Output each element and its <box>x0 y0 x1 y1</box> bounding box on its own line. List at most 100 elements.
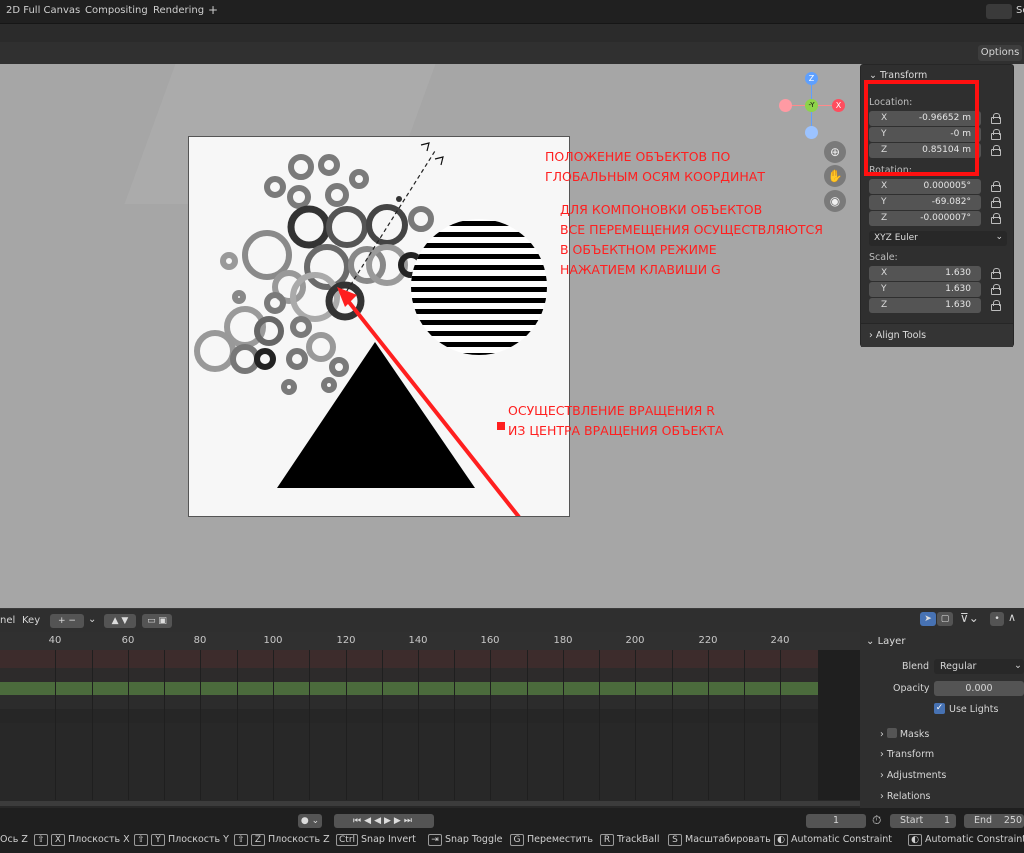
frame-tick: 100 <box>263 635 283 646</box>
frame-tick: 80 <box>193 635 207 646</box>
tab-rendering[interactable]: Rendering <box>153 5 204 16</box>
pan-hand-icon[interactable]: ✋ <box>824 165 846 187</box>
track-row <box>0 695 818 709</box>
workspace-tabs-bar: 2D Full Canvas Compositing Rendering + S… <box>0 0 1024 24</box>
rotation-z-field[interactable]: Z -0.000007° <box>869 211 981 226</box>
proportional-edit-icon[interactable]: • <box>990 612 1004 626</box>
gizmo-neg-x[interactable] <box>779 99 792 112</box>
frame-tick: 180 <box>553 635 573 646</box>
stopwatch-icon[interactable]: ⏱ <box>872 813 881 828</box>
select-cursor-icon[interactable]: ➤ <box>920 612 936 626</box>
gizmo-y-axis[interactable]: -Y <box>805 99 818 112</box>
lock-icon[interactable] <box>991 181 1001 192</box>
dopesheet-header-right: ➤ ▢ ⊽⌄ • ∧ <box>860 608 1024 630</box>
current-frame-field[interactable]: 1 <box>806 814 866 828</box>
lock-icon[interactable] <box>991 213 1001 224</box>
rotation-y-field[interactable]: Y -69.082° <box>869 195 981 210</box>
rotation-z-value: -0.000007° <box>920 213 971 223</box>
rotation-x-field[interactable]: X 0.000005° <box>869 179 981 194</box>
opacity-field[interactable]: 0.000 <box>934 681 1024 696</box>
screen-lock-icon[interactable]: ▭ ▣ <box>142 614 172 628</box>
falloff-icon[interactable]: ∧ <box>1008 611 1016 624</box>
axis-z-label: Z <box>881 213 888 223</box>
tab-2d-full-canvas[interactable]: 2D Full Canvas <box>6 5 80 16</box>
drawing-canvas[interactable] <box>188 136 570 517</box>
align-tools-title: Align Tools <box>875 330 927 341</box>
start-frame-field[interactable]: Start 1 <box>890 814 956 828</box>
masks-checkbox[interactable] <box>886 728 897 738</box>
lock-icon[interactable] <box>991 268 1001 279</box>
masks-section[interactable]: › Masks <box>880 728 929 740</box>
rotation-x-value: 0.000005° <box>923 181 971 191</box>
playback-controls[interactable]: ⏮◀◀▶▶⏭ <box>334 814 434 828</box>
lock-icon[interactable] <box>991 145 1001 156</box>
track-green-layer[interactable] <box>0 682 860 695</box>
rotation-cursor-icon <box>420 142 444 166</box>
blend-dropdown[interactable]: Regular ⌄ <box>934 659 1024 674</box>
status-axis-z: Ось Z <box>0 834 28 845</box>
lock-icon[interactable] <box>991 113 1001 124</box>
end-frame-field[interactable]: End 250 <box>964 814 1024 828</box>
status-trackball: R TrackBall <box>600 834 659 846</box>
layer-header[interactable]: ⌄ Layer <box>866 636 905 647</box>
annotation-global-axes: ПОЛОЖЕНИЕ ОБЪЕКТОВ ПО ГЛОБАЛЬНЫМ ОСЯМ КО… <box>545 149 765 184</box>
chevron-down-icon: ⌄ <box>995 232 1003 242</box>
status-plane-z: ⇧ Z Плоскость Z <box>234 834 330 846</box>
track-red <box>0 650 818 668</box>
tab-compositing[interactable]: Compositing <box>85 5 148 16</box>
rotation-mode-dropdown[interactable]: XYZ Euler ⌄ <box>869 231 1007 246</box>
frame-tick: 220 <box>698 635 718 646</box>
status-scale: S Масштабировать <box>668 834 771 846</box>
lock-icon[interactable] <box>991 129 1001 140</box>
chevron-down-icon[interactable]: ⌄ <box>88 614 96 625</box>
status-snap-invert: Ctrl Snap Invert <box>336 834 416 846</box>
arrow-tail <box>497 422 505 430</box>
lock-icon[interactable] <box>991 300 1001 311</box>
gizmo-neg-z[interactable] <box>805 126 818 139</box>
channel-menu[interactable]: nel <box>0 615 15 626</box>
lock-icon[interactable] <box>991 284 1001 295</box>
viewport-header <box>0 24 1024 42</box>
scene-selector[interactable] <box>986 4 1012 19</box>
options-dropdown[interactable]: Options <box>978 45 1022 61</box>
add-remove-keyframe-buttons[interactable]: + − <box>50 614 84 628</box>
scale-x-field[interactable]: X 1.630 <box>869 266 981 281</box>
scene-label: Sc <box>1016 5 1024 16</box>
status-plane-y: ⇧ Y Плоскость Y <box>134 834 229 846</box>
track-row <box>0 709 818 723</box>
frame-ruler[interactable]: 40 60 80 100 120 140 160 180 200 220 240 <box>0 632 860 650</box>
relations-section[interactable]: › Relations <box>880 791 930 802</box>
transform-section[interactable]: › Transform <box>880 749 934 760</box>
layer-properties-panel: ⌄ Layer Blend Regular ⌄ Opacity 0.000 ✓ U… <box>860 630 1024 810</box>
start-value: 1 <box>943 815 950 826</box>
filter-icon[interactable]: ⊽⌄ <box>960 611 979 625</box>
frame-tick: 240 <box>770 635 790 646</box>
record-button[interactable]: ● ⌄ <box>298 814 322 828</box>
timeline-scrollbar[interactable] <box>0 801 860 806</box>
gizmo-x-axis[interactable]: X <box>832 99 845 112</box>
camera-icon[interactable]: ◉ <box>824 190 846 212</box>
viewport-toolbar: Options <box>0 42 1024 64</box>
scale-y-field[interactable]: Y 1.630 <box>869 282 981 297</box>
status-move: G Переместить <box>510 834 593 846</box>
key-menu[interactable]: Key <box>22 615 40 626</box>
location-highlight-box <box>864 80 979 176</box>
lock-icon[interactable] <box>991 197 1001 208</box>
annotation-rotate-hint: ОСУЩЕСТВЛЕНИЕ ВРАЩЕНИЯ R ИЗ ЦЕНТРА ВРАЩЕ… <box>508 403 724 438</box>
timeline-editor[interactable]: nel Key + − ⌄ ▲ ▼ ▭ ▣ 40 60 80 100 120 1… <box>0 608 860 808</box>
add-workspace-button[interactable]: + <box>208 3 218 17</box>
frame-tick: 40 <box>48 635 62 646</box>
align-tools-header[interactable]: › Align Tools <box>861 323 1013 347</box>
adjustments-section[interactable]: › Adjustments <box>880 770 946 781</box>
axis-x-label: X <box>881 268 888 278</box>
gizmo-z-axis[interactable]: Z <box>805 72 818 85</box>
use-lights-checkbox[interactable]: ✓ <box>934 703 945 714</box>
masks-label: Masks <box>899 729 930 740</box>
move-layer-up-down-buttons[interactable]: ▲ ▼ <box>104 614 136 628</box>
circle-pattern <box>194 154 434 395</box>
scale-z-field[interactable]: Z 1.630 <box>869 298 981 313</box>
scale-y-value: 1.630 <box>945 284 971 294</box>
frame-tick: 160 <box>480 635 500 646</box>
box-select-icon[interactable]: ▢ <box>937 612 953 626</box>
zoom-icon[interactable]: ⊕ <box>824 141 846 163</box>
